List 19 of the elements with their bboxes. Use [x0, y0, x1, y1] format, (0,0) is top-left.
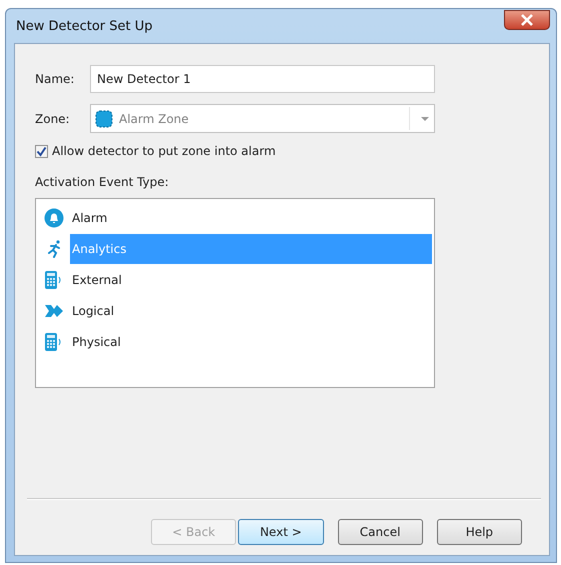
- checkbox-label: Allow detector to put zone into alarm: [52, 144, 276, 158]
- dialog-button[interactable]: Next >: [238, 519, 324, 545]
- zone-icon: [95, 110, 113, 128]
- checkbox[interactable]: [35, 144, 48, 158]
- close-icon: [520, 14, 534, 26]
- bell-icon: [44, 208, 64, 228]
- dialog-button[interactable]: Help: [436, 519, 522, 545]
- activation-label: Activation Event Type:: [35, 175, 170, 189]
- close-button[interactable]: [504, 10, 550, 30]
- dropdown-arrow-icon: [420, 116, 430, 122]
- list-item[interactable]: External: [70, 264, 432, 294]
- list-item[interactable]: Physical: [70, 326, 432, 356]
- name-field[interactable]: New Detector 1: [90, 65, 435, 93]
- name-label: Name:: [35, 72, 76, 86]
- zone-label: Zone:: [35, 112, 71, 126]
- list-item[interactable]: Alarm: [70, 202, 432, 232]
- dialog-button[interactable]: Cancel: [338, 519, 423, 545]
- window-title: New Detector Set Up: [15, 18, 153, 34]
- list-item[interactable]: Logical: [70, 296, 432, 326]
